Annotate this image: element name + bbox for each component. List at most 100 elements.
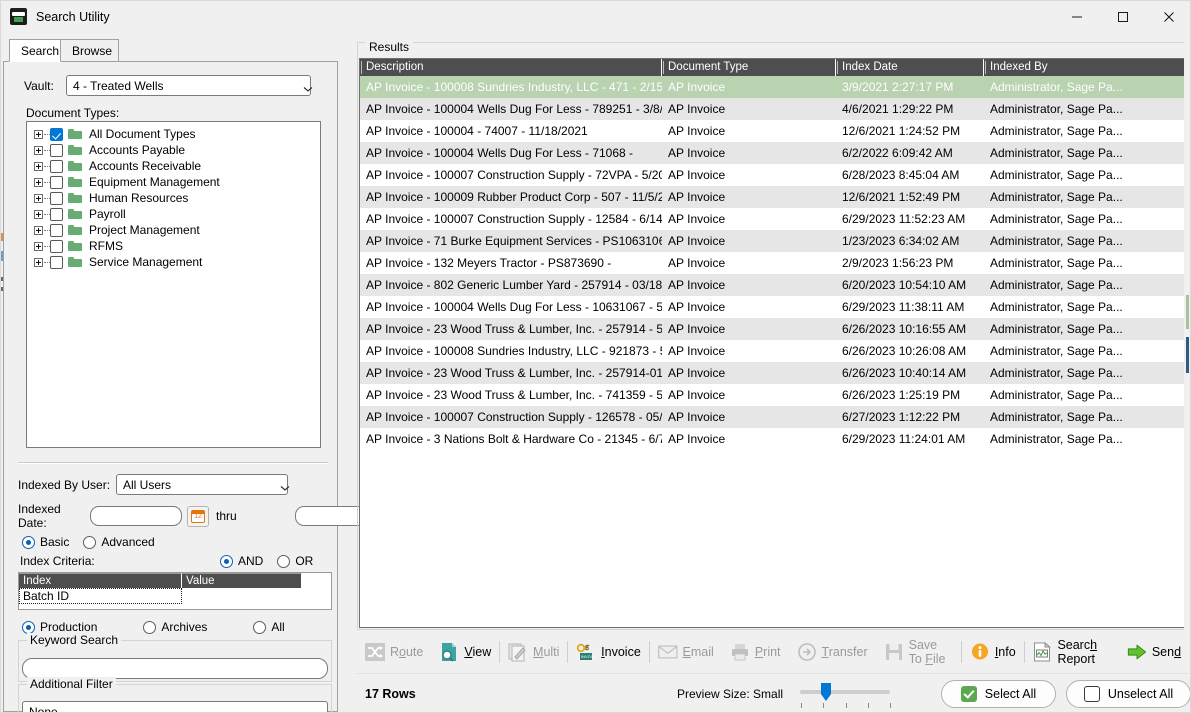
radio-archives[interactable]: Archives bbox=[143, 620, 207, 634]
radio-basic[interactable]: Basic bbox=[22, 535, 69, 549]
save-to-file-button[interactable]: Save To File bbox=[876, 635, 961, 669]
tree-item[interactable]: Human Resources bbox=[27, 190, 320, 206]
email-button[interactable]: Email bbox=[650, 635, 722, 669]
close-button[interactable] bbox=[1146, 1, 1190, 32]
checkbox[interactable] bbox=[50, 127, 63, 141]
info-button[interactable]: Info bbox=[962, 635, 1024, 669]
calendar-from-button[interactable]: 12 bbox=[187, 505, 209, 527]
table-row[interactable]: AP Invoice - 3 Nations Bolt & Hardware C… bbox=[360, 428, 1186, 450]
index-criteria-grid[interactable]: Index Value Batch ID bbox=[18, 572, 332, 610]
select-all-button[interactable]: Select All bbox=[941, 679, 1056, 708]
tree-item[interactable]: All Document Types bbox=[27, 126, 320, 142]
criteria-header-value[interactable]: Value bbox=[182, 573, 302, 588]
criteria-cell-value[interactable] bbox=[182, 588, 302, 604]
maximize-button[interactable] bbox=[1100, 1, 1146, 32]
checkbox[interactable] bbox=[50, 191, 63, 205]
vertical-scrollbar[interactable] bbox=[1184, 37, 1190, 637]
table-row[interactable]: AP Invoice - 100008 Sundries Industry, L… bbox=[360, 76, 1186, 98]
invoice-button[interactable]: $ INVOICE Invoice bbox=[568, 635, 649, 669]
checkbox[interactable] bbox=[50, 223, 63, 237]
tree-item[interactable]: Payroll bbox=[27, 206, 320, 222]
expand-icon[interactable] bbox=[34, 129, 43, 139]
tree-item[interactable]: Service Management bbox=[27, 254, 320, 270]
checkbox[interactable] bbox=[50, 159, 63, 173]
radio-or[interactable]: OR bbox=[277, 554, 313, 568]
expand-icon[interactable] bbox=[34, 209, 43, 219]
indexed-date-label: Indexed Date: bbox=[18, 502, 61, 530]
table-row[interactable]: AP Invoice - 100007 Construction Supply … bbox=[360, 164, 1186, 186]
print-button[interactable]: Print bbox=[722, 635, 789, 669]
expand-icon[interactable] bbox=[34, 145, 43, 155]
expand-icon[interactable] bbox=[34, 193, 43, 203]
criteria-cell-index[interactable]: Batch ID bbox=[19, 588, 182, 604]
search-report-button[interactable]: Search Report bbox=[1024, 635, 1118, 669]
table-row[interactable]: AP Invoice - 23 Wood Truss & Lumber, Inc… bbox=[360, 384, 1186, 406]
column-header-description[interactable]: Description bbox=[360, 59, 662, 76]
cell-index-date: 6/26/2023 10:26:08 AM bbox=[842, 344, 967, 358]
radio-production[interactable]: Production bbox=[22, 620, 97, 634]
radio-and-label: AND bbox=[238, 554, 264, 568]
expand-icon[interactable] bbox=[34, 161, 43, 171]
radio-icon bbox=[277, 554, 291, 568]
vault-select[interactable]: 4 - Treated Wells bbox=[66, 75, 313, 96]
tab-browse[interactable]: Browse bbox=[61, 39, 119, 62]
keyword-search-input[interactable] bbox=[22, 658, 328, 679]
document-types-tree[interactable]: All Document Types Accounts Payable Acco… bbox=[26, 121, 321, 448]
table-row[interactable]: AP Invoice - 100004 Wells Dug For Less -… bbox=[360, 98, 1186, 120]
scroll-thumb[interactable] bbox=[1186, 337, 1189, 373]
additional-filter-select[interactable]: None bbox=[22, 701, 328, 712]
table-row[interactable]: AP Invoice - 100004 Wells Dug For Less -… bbox=[360, 142, 1186, 164]
checkbox[interactable] bbox=[50, 143, 63, 157]
indexed-date-from-input[interactable] bbox=[90, 506, 182, 526]
table-row[interactable]: AP Invoice - 100009 Rubber Product Corp … bbox=[360, 186, 1186, 208]
tree-item[interactable]: Project Management bbox=[27, 222, 320, 238]
minimize-button[interactable] bbox=[1054, 1, 1100, 32]
table-row[interactable]: AP Invoice - 100004 - 74007 - 11/18/2021… bbox=[360, 120, 1186, 142]
criteria-header-index[interactable]: Index bbox=[19, 573, 182, 588]
indexed-by-user-select[interactable]: All Users bbox=[116, 474, 290, 495]
results-grid[interactable]: Description Document Type Index Date Ind… bbox=[359, 58, 1187, 628]
table-row[interactable]: AP Invoice - 100004 Wells Dug For Less -… bbox=[360, 296, 1186, 318]
cell-description: AP Invoice - 100004 Wells Dug For Less -… bbox=[366, 102, 662, 116]
tree-item[interactable]: RFMS bbox=[27, 238, 320, 254]
column-header-indexed-by[interactable]: Indexed By bbox=[984, 59, 1186, 76]
checkbox[interactable] bbox=[50, 207, 63, 221]
table-row[interactable]: AP Invoice - 802 Generic Lumber Yard - 2… bbox=[360, 274, 1186, 296]
checkbox[interactable] bbox=[50, 255, 63, 269]
radio-all[interactable]: All bbox=[253, 620, 285, 634]
tree-item[interactable]: Accounts Receivable bbox=[27, 158, 320, 174]
table-row[interactable]: AP Invoice - 100007 Construction Supply … bbox=[360, 208, 1186, 230]
tree-item[interactable]: Accounts Payable bbox=[27, 142, 320, 158]
table-row[interactable]: AP Invoice - 100008 Sundries Industry, L… bbox=[360, 340, 1186, 362]
checkbox[interactable] bbox=[50, 239, 63, 253]
expand-icon[interactable] bbox=[34, 241, 43, 251]
unselect-all-button[interactable]: Unselect All bbox=[1066, 679, 1190, 708]
table-row[interactable]: AP Invoice - 23 Wood Truss & Lumber, Inc… bbox=[360, 362, 1186, 384]
table-row[interactable]: AP Invoice - 100007 Construction Supply … bbox=[360, 406, 1186, 428]
preview-size-slider[interactable] bbox=[800, 682, 891, 708]
search-utility-window: Search Utility Search Browse Vault: 4 - … bbox=[0, 0, 1191, 713]
table-row[interactable]: AP Invoice - 71 Burke Equipment Services… bbox=[360, 230, 1186, 252]
column-header-index-date[interactable]: Index Date bbox=[836, 59, 984, 76]
view-button[interactable]: View bbox=[431, 635, 499, 669]
table-row[interactable]: AP Invoice - 132 Meyers Tractor - PS8736… bbox=[360, 252, 1186, 274]
cell-index-date: 1/23/2023 6:34:02 AM bbox=[842, 234, 960, 248]
multi-button[interactable]: Multi bbox=[500, 635, 567, 669]
expand-icon[interactable] bbox=[34, 257, 43, 267]
expand-icon[interactable] bbox=[34, 177, 43, 187]
transfer-button[interactable]: Transfer bbox=[789, 635, 876, 669]
cell-description: AP Invoice - 132 Meyers Tractor - PS8736… bbox=[366, 256, 612, 270]
checkbox[interactable] bbox=[50, 175, 63, 189]
table-row[interactable]: AP Invoice - 23 Wood Truss & Lumber, Inc… bbox=[360, 318, 1186, 340]
criteria-row[interactable]: Batch ID bbox=[19, 588, 331, 604]
checkbox-checked-icon bbox=[960, 685, 977, 702]
tree-item[interactable]: Equipment Management bbox=[27, 174, 320, 190]
route-button[interactable]: Route bbox=[357, 635, 431, 669]
column-header-document-type[interactable]: Document Type bbox=[662, 59, 836, 76]
tab-search[interactable]: Search bbox=[9, 39, 61, 62]
radio-and[interactable]: AND bbox=[220, 554, 263, 568]
send-button[interactable]: Send bbox=[1119, 635, 1189, 669]
slider-thumb[interactable] bbox=[821, 683, 831, 701]
expand-icon[interactable] bbox=[34, 225, 43, 235]
radio-advanced[interactable]: Advanced bbox=[83, 535, 155, 549]
